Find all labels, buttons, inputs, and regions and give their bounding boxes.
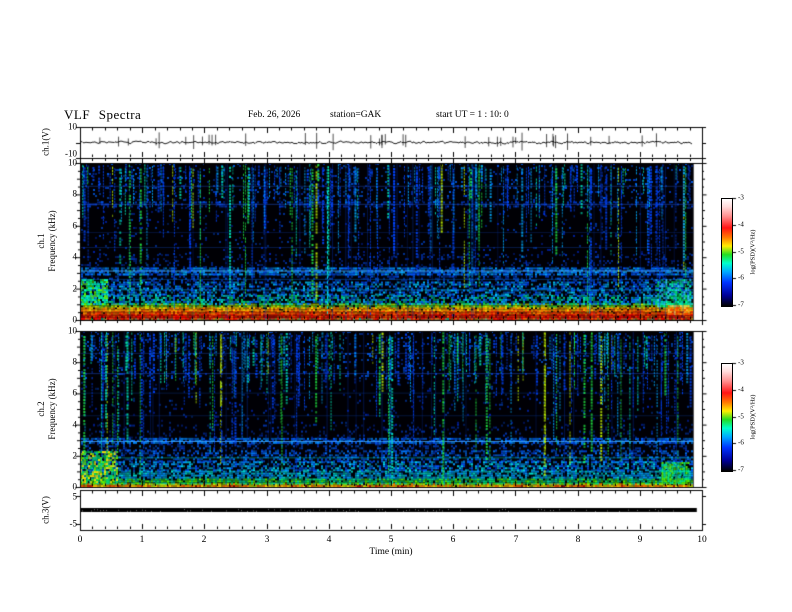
time-axis-label: Time (min) — [369, 547, 413, 557]
xtick-6: 6 — [450, 535, 456, 545]
xtick-3: 3 — [264, 535, 270, 545]
ch1-voltage-axis-label: ch.1(V) — [40, 128, 51, 156]
date-label: Feb. 26, 2026 — [248, 110, 301, 120]
cbar2-tick-neg7: -7 — [738, 465, 744, 474]
cbar1-unit-label: log(PSD)(V²/Hz) — [749, 229, 757, 275]
cbar1-tick-neg3: -3 — [738, 193, 744, 202]
ch1-wave-ytick-10: 10 — [68, 121, 77, 132]
ch1-frequency-unit-label: Frequency (kHz) — [47, 210, 57, 272]
xtick-2: 2 — [201, 535, 207, 545]
xtick-5: 5 — [388, 535, 394, 545]
ch3-ytick-5: 5 — [72, 491, 78, 502]
cbar2-tick-neg3: -3 — [738, 358, 744, 367]
ch2-channel-label: ch.2 — [36, 401, 46, 417]
plot-canvas — [0, 0, 792, 612]
cbar2-tick-neg6: -6 — [738, 438, 744, 447]
ch1-channel-label: ch.1 — [36, 233, 46, 249]
station-label: station=GAK — [330, 110, 382, 120]
xtick-9: 9 — [637, 535, 643, 545]
sp2-ytick-4: 4 — [72, 419, 78, 430]
sp1-ytick-4: 4 — [72, 251, 78, 262]
cbar1-tick-neg6: -6 — [738, 273, 744, 282]
sp2-ytick-0: 0 — [72, 481, 78, 492]
sp1-ytick-2: 2 — [72, 283, 78, 294]
xtick-10: 10 — [697, 535, 707, 545]
sp2-ytick-2: 2 — [72, 450, 78, 461]
ch3-voltage-axis-label: ch.3(V) — [40, 496, 51, 524]
colorbar-ch1 — [721, 198, 733, 307]
cbar1-tick-neg5: -5 — [738, 247, 744, 256]
sp2-ytick-6: 6 — [72, 387, 78, 398]
xtick-0: 0 — [77, 535, 83, 545]
vlf-spectra-figure: VLF Spectra Feb. 26, 2026 station=GAK st… — [0, 0, 792, 612]
ch1-frequency-axis-label: ch.1 Frequency (kHz) — [36, 210, 58, 271]
start-time-label: start UT = 1 : 10: 0 — [436, 110, 509, 120]
xtick-4: 4 — [326, 535, 332, 545]
sp2-ytick-10: 10 — [68, 325, 77, 336]
cbar2-tick-neg5: -5 — [738, 412, 744, 421]
page-title: VLF Spectra — [64, 107, 142, 122]
sp1-ytick-6: 6 — [72, 220, 78, 231]
cbar2-unit-label: log(PSD)(V²/Hz) — [749, 394, 757, 440]
sp1-ytick-10: 10 — [68, 157, 77, 168]
xtick-8: 8 — [575, 535, 581, 545]
cbar1-tick-neg7: -7 — [738, 300, 744, 309]
colorbar-ch2 — [721, 363, 733, 472]
xtick-1: 1 — [139, 535, 145, 545]
sp1-ytick-8: 8 — [72, 188, 78, 199]
cbar1-tick-neg4: -4 — [738, 220, 744, 229]
sp2-ytick-8: 8 — [72, 356, 78, 367]
cbar2-tick-neg4: -4 — [738, 385, 744, 394]
sp1-ytick-0: 0 — [72, 314, 78, 325]
xtick-7: 7 — [513, 535, 519, 545]
ch3-ytick-neg5: -5 — [69, 518, 78, 529]
